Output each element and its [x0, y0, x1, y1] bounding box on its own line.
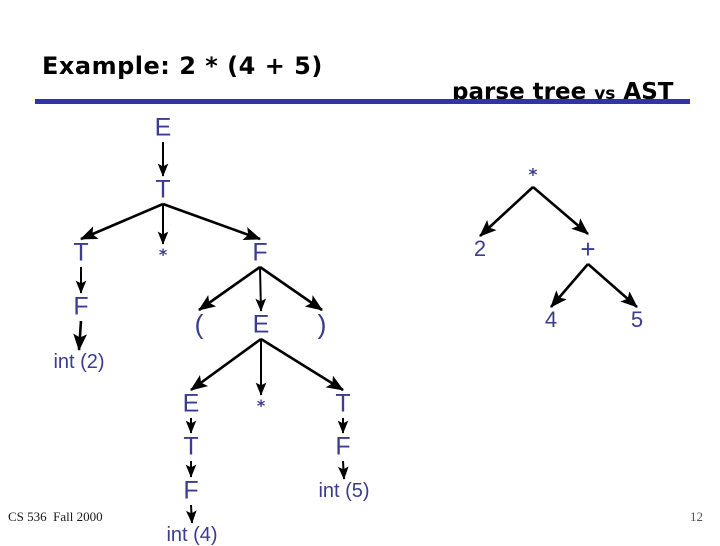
parse-edge-p_T0-to-p_T1: [80, 202, 164, 241]
ast-node-a_plus: +: [580, 234, 596, 264]
parse-edge-p_E1-to-p_T3: [260, 337, 344, 392]
ast-node-a_four: 4: [544, 307, 558, 332]
parse-node-p_lp: (: [194, 309, 204, 340]
parse-node-p_int5: int (5): [318, 480, 370, 502]
parse-edge-p_T0-to-p_F1: [162, 202, 261, 241]
ast-edge-a_plus-to-a_four: [550, 263, 589, 308]
parse-node-p_int4: int (4): [166, 524, 218, 546]
parse-node-p_E0: E: [154, 113, 172, 142]
tree-edges-layer: [73, 142, 638, 524]
parse-edge-p_F0-to-p_int2: [73, 320, 87, 352]
slide-canvas: Example: 2 * (4 + 5) parse tree vs AST E…: [0, 0, 720, 545]
ast-edge-a_plus-to-a_five: [587, 263, 638, 308]
parse-node-p_F0: F: [73, 292, 89, 321]
parse-edge-p_F1-to-p_rp: [259, 265, 323, 312]
footer-page-number: 12: [690, 509, 703, 524]
parse-node-p_E2: E: [182, 389, 200, 418]
ast-node-a_two: 2: [473, 236, 487, 261]
parse-node-p_T3: T: [335, 389, 351, 418]
parse-edge-p_E1-to-p_E2: [190, 337, 262, 392]
ast-edge-a_mul-to-a_plus: [532, 186, 589, 235]
parse-node-p_op1: *: [256, 396, 266, 415]
parse-node-p_F2: F: [183, 476, 199, 505]
parse-edge-p_F3-to-p_int5: [338, 460, 349, 480]
parse-node-p_T2: T: [183, 432, 199, 461]
parse-node-p_T1: T: [73, 238, 89, 267]
parse-node-p_F1: F: [252, 238, 268, 267]
ast-node-a_five: 5: [630, 307, 644, 332]
ast-edges: [479, 186, 638, 308]
parse-node-p_rp: ): [317, 309, 327, 340]
parse-node-p_int2: int (2): [53, 351, 105, 373]
parse-node-p_T0: T: [155, 175, 171, 204]
parse-tree-edges: [73, 142, 349, 524]
parse-node-p_op0: *: [158, 245, 168, 264]
parse-edge-p_F2-to-p_int4: [186, 504, 197, 524]
parse-edge-p_F1-to-p_E1: [255, 266, 267, 312]
parse-node-p_F3: F: [335, 432, 351, 461]
parse-node-p_E1: E: [252, 310, 270, 339]
ast-edge-a_mul-to-a_two: [479, 186, 534, 237]
footer-course-label: CS 536 Fall 2000: [8, 509, 103, 524]
parse-edge-p_F1-to-p_lp: [198, 265, 261, 312]
ast-node-a_mul: *: [528, 165, 538, 186]
